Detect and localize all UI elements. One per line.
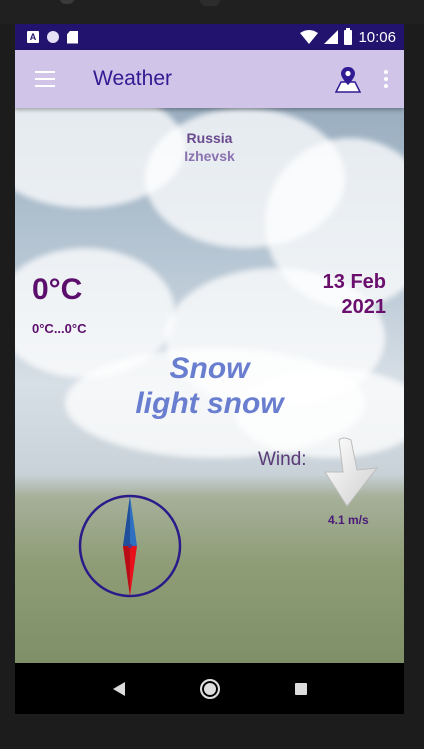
front-sensor	[60, 0, 74, 4]
status-system: 10:06	[300, 27, 396, 46]
home-button[interactable]	[199, 678, 220, 699]
wifi-icon	[300, 30, 319, 44]
location-button[interactable]	[328, 55, 368, 103]
app-bar: Weather	[15, 50, 404, 108]
device-bezel-top	[0, 0, 424, 24]
status-notifications: A	[27, 30, 78, 44]
phone-screen: A 10:06 Weather Russia Izhevsk 0°C 0°C..…	[15, 24, 404, 714]
notification-a-icon: A	[27, 31, 39, 43]
battery-icon	[344, 27, 353, 45]
sd-card-icon	[67, 30, 78, 44]
menu-button[interactable]	[21, 55, 69, 103]
overflow-menu-button[interactable]	[368, 55, 404, 103]
weather-description: light snow	[135, 387, 284, 420]
recent-apps-button[interactable]	[294, 682, 307, 695]
location-country: Russia	[186, 130, 233, 146]
status-bar: A 10:06	[15, 24, 404, 50]
notification-circle-icon	[47, 31, 59, 43]
location-city: Izhevsk	[184, 148, 235, 164]
menu-icon	[35, 71, 55, 73]
weather-condition: Snow	[169, 352, 250, 385]
app-title: Weather	[93, 67, 172, 90]
compass-icon	[78, 494, 182, 598]
wind-speed: 4.1 m/s	[328, 513, 369, 527]
weather-content: Russia Izhevsk 0°C 0°C...0°C 13 Feb 2021…	[15, 108, 404, 663]
map-pin-icon	[334, 67, 362, 93]
current-temperature: 0°C	[32, 273, 83, 306]
back-button[interactable]	[112, 681, 125, 696]
status-time: 10:06	[358, 28, 396, 46]
wind-label: Wind:	[258, 449, 307, 470]
front-camera	[200, 0, 220, 6]
date-year: 2021	[341, 296, 387, 318]
wind-direction-arrow-icon	[324, 437, 379, 507]
system-nav-bar	[15, 663, 404, 714]
more-vert-icon	[384, 70, 388, 74]
date-day-month: 13 Feb	[322, 271, 386, 293]
cell-signal-icon	[324, 30, 339, 44]
temperature-range: 0°C...0°C	[32, 321, 87, 336]
